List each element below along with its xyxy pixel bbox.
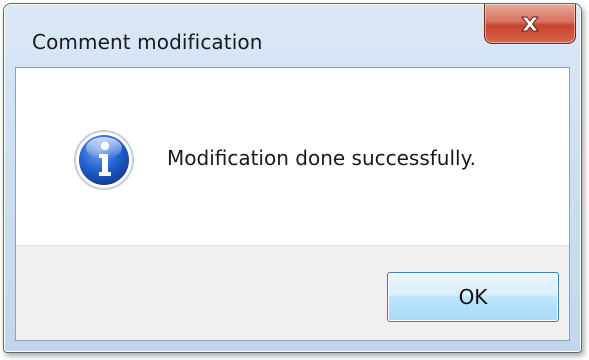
close-icon [521, 16, 539, 31]
dialog-title: Comment modification [32, 30, 263, 54]
title-bar[interactable]: Comment modification [4, 4, 581, 64]
ok-button[interactable]: OK [387, 272, 559, 322]
message-text: Modification done successfully. [167, 146, 476, 170]
close-button[interactable] [484, 4, 576, 44]
info-icon [74, 130, 134, 190]
button-bar: OK [16, 245, 569, 340]
dialog-window: Comment modification Modification done s… [3, 3, 582, 353]
dialog-content: Modification done successfully. OK [15, 67, 570, 341]
message-area: Modification done successfully. [16, 68, 569, 245]
